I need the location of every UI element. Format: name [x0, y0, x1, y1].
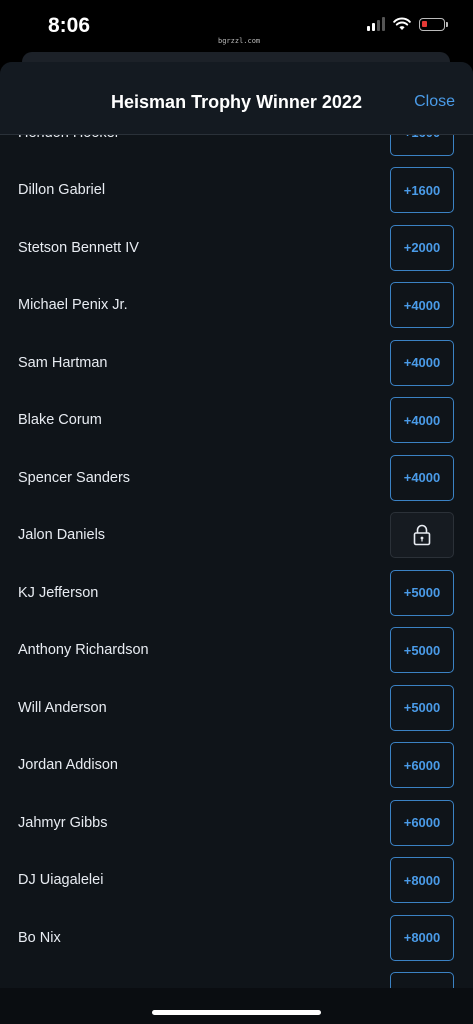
status-time: 8:06	[48, 14, 91, 37]
odds-button[interactable]: +6000	[390, 742, 454, 789]
list-item: KJ Jefferson +5000	[0, 564, 473, 622]
odds-button[interactable]: +5000	[390, 684, 454, 731]
player-name: Will Anderson	[18, 699, 107, 716]
list-item: Dillon Gabriel +1600	[0, 162, 473, 220]
player-name: Jalon Daniels	[18, 527, 106, 544]
status-icons	[367, 17, 448, 31]
list-item: Michael Penix Jr. +4000	[0, 277, 473, 335]
odds-button[interactable]: +1600	[390, 167, 454, 214]
list-item: Anthony Richardson +5000	[0, 622, 473, 680]
list-item: Blake Corum +4000	[0, 392, 473, 450]
player-name: Jahmyr Gibbs	[18, 814, 108, 831]
player-name: Stetson Bennett IV	[18, 239, 139, 256]
player-name: Jordan Addison	[18, 757, 118, 774]
bottom-bar	[0, 988, 473, 1024]
odds-button[interactable]: +6000	[390, 799, 454, 846]
home-indicator[interactable]	[152, 1010, 321, 1015]
odds-button[interactable]: +4000	[390, 397, 454, 444]
close-button[interactable]: Close	[414, 93, 455, 111]
list-item: Sam Hartman +4000	[0, 334, 473, 392]
list-item: DJ Uiagalelei +8000	[0, 852, 473, 910]
lock-icon	[413, 524, 431, 546]
odds-button[interactable]: +8000	[390, 857, 454, 904]
player-name: Dillon Gabriel	[18, 182, 106, 199]
player-name: Michael Penix Jr.	[18, 297, 128, 314]
watermark: bgrzzl.com	[218, 37, 261, 45]
odds-button[interactable]: +8000	[390, 914, 454, 961]
odds-button[interactable]: +4000	[390, 282, 454, 329]
odds-button[interactable]: +5000	[390, 627, 454, 674]
odds-button[interactable]: +4000	[390, 454, 454, 501]
player-name: Bo Nix	[18, 929, 61, 946]
player-list[interactable]: Hendon Hooker +1600 Dillon Gabriel +1600…	[0, 104, 473, 1024]
wifi-icon	[393, 17, 411, 30]
odds-button[interactable]: +4000	[390, 339, 454, 386]
player-name: DJ Uiagalelei	[18, 872, 104, 889]
locked-odds-button	[390, 512, 454, 559]
list-item: Bo Nix +8000	[0, 909, 473, 967]
player-name: Sam Hartman	[18, 354, 108, 371]
player-name: Anthony Richardson	[18, 642, 149, 659]
list-item: Stetson Bennett IV +2000	[0, 219, 473, 277]
odds-button[interactable]: +2000	[390, 224, 454, 271]
status-bar: 8:06 bgrzzl.com	[0, 0, 473, 52]
list-item: Jahmyr Gibbs +6000	[0, 794, 473, 852]
player-name: Spencer Sanders	[18, 469, 131, 486]
list-item: Jalon Daniels	[0, 507, 473, 565]
cellular-signal-icon	[367, 17, 385, 31]
odds-button[interactable]: +5000	[390, 569, 454, 616]
sheet-header: Heisman Trophy Winner 2022 Close	[0, 62, 473, 135]
list-item: Will Anderson +5000	[0, 679, 473, 737]
list-item: Jordan Addison +6000	[0, 737, 473, 795]
list-item: Spencer Sanders +4000	[0, 449, 473, 507]
player-name: KJ Jefferson	[18, 584, 99, 601]
battery-icon	[419, 17, 448, 31]
page-title: Heisman Trophy Winner 2022	[111, 92, 362, 112]
bet-sheet: Heisman Trophy Winner 2022 Close Hendon …	[0, 62, 473, 1024]
player-name: Blake Corum	[18, 412, 102, 429]
